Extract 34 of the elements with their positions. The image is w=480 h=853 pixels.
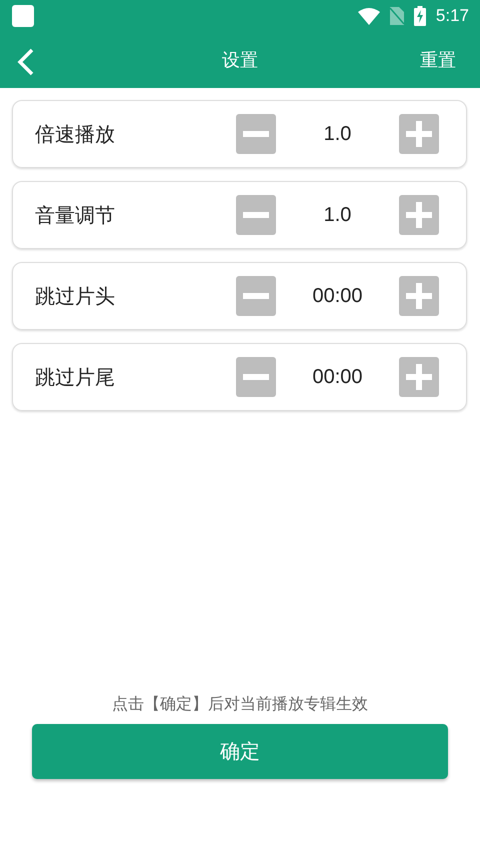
page-title: 设置: [222, 49, 258, 72]
minus-icon: [243, 293, 269, 299]
setting-label: 跳过片头: [35, 282, 116, 310]
plus-icon: [406, 202, 432, 228]
wifi-icon: [358, 7, 380, 25]
setting-label: 跳过片尾: [35, 364, 116, 390]
plus-icon: [406, 121, 432, 147]
battery-charging-icon: [414, 6, 426, 26]
minus-icon: [243, 212, 269, 218]
decrease-button[interactable]: [236, 114, 276, 154]
minus-icon: [243, 131, 269, 137]
setting-value: 1.0: [322, 122, 352, 146]
increase-button[interactable]: [399, 357, 439, 397]
confirm-button[interactable]: 确定: [32, 724, 448, 779]
increase-button[interactable]: [399, 276, 439, 316]
decrease-button[interactable]: [236, 195, 276, 235]
minus-icon: [243, 374, 269, 380]
hint-text: 点击【确定】后对当前播放专辑生效: [111, 694, 369, 715]
setting-value: 00:00: [311, 284, 364, 308]
setting-value: 00:00: [311, 366, 364, 388]
setting-value: 1.0: [322, 204, 352, 226]
increase-button[interactable]: [399, 195, 439, 235]
decrease-button[interactable]: [236, 357, 276, 397]
reset-button[interactable]: 重置: [420, 48, 456, 72]
no-sim-icon: [390, 7, 404, 25]
app-notification-icon: [12, 5, 34, 27]
back-icon: [16, 48, 36, 76]
status-time: 5:17: [436, 6, 469, 26]
setting-label: 倍速播放: [35, 120, 116, 148]
plus-icon: [406, 364, 432, 390]
decrease-button[interactable]: [236, 276, 276, 316]
increase-button[interactable]: [399, 114, 439, 154]
plus-icon: [406, 283, 432, 309]
setting-label: 音量调节: [35, 202, 116, 228]
